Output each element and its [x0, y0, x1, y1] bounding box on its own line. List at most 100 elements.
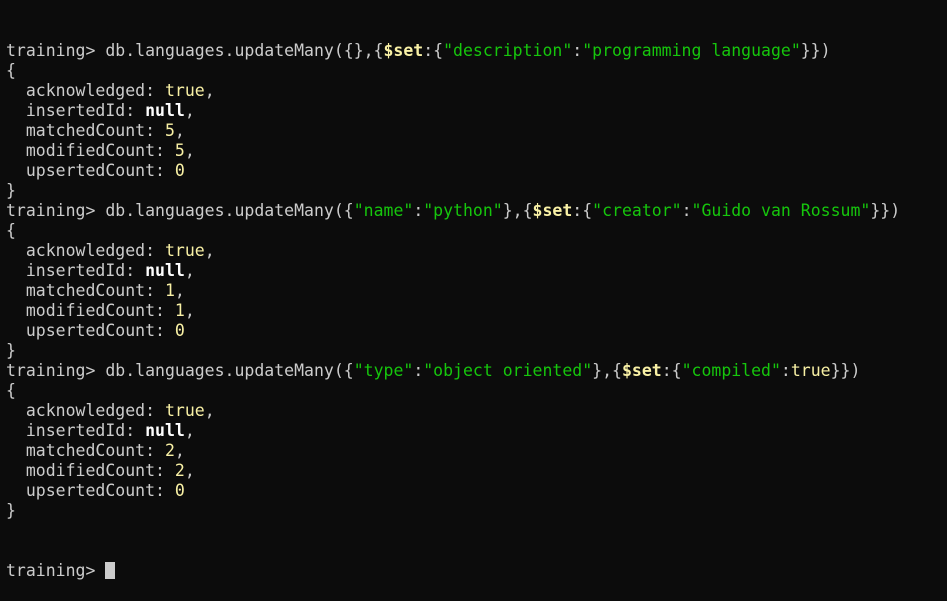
token-num: 0	[174, 161, 185, 180]
token-num: 1	[174, 301, 185, 320]
text-cursor	[105, 562, 116, 579]
token-default: {	[6, 61, 16, 80]
terminal-window[interactable]: training> db.languages.updateMany({},{$s…	[0, 0, 947, 580]
token-string: "creator"	[592, 201, 682, 220]
token-bool: true	[164, 241, 205, 260]
token-default: ,	[184, 101, 195, 120]
token-default: insertedId:	[6, 421, 146, 440]
token-string: "programming language"	[582, 41, 801, 60]
token-string: "object oriented"	[423, 361, 593, 380]
terminal-output: training> db.languages.updateMany({},{$s…	[6, 41, 947, 521]
token-default: },{	[502, 201, 533, 220]
token-default: insertedId:	[6, 101, 146, 120]
terminal-line: modifiedCount: 5,	[6, 141, 947, 161]
token-default: upsertedCount:	[6, 321, 175, 340]
terminal-line: {	[6, 221, 947, 241]
terminal-line: acknowledged: true,	[6, 401, 947, 421]
token-string: "Guido van Rossum"	[691, 201, 871, 220]
token-default: :	[413, 201, 424, 220]
terminal-line: acknowledged: true,	[6, 81, 947, 101]
token-default: ,	[184, 421, 195, 440]
token-default: modifiedCount:	[6, 141, 175, 160]
token-default: training>	[6, 41, 106, 60]
token-default: :	[681, 201, 692, 220]
token-default: ,	[174, 121, 185, 140]
prompt: training>	[6, 561, 106, 580]
token-op: $set	[621, 361, 662, 380]
token-default: ,	[174, 281, 185, 300]
token-num: 2	[164, 441, 175, 460]
active-prompt-line[interactable]: training>	[6, 561, 947, 581]
token-default: {	[6, 381, 16, 400]
terminal-line: }	[6, 501, 947, 521]
token-string: "type"	[353, 361, 414, 380]
token-default: matchedCount:	[6, 281, 165, 300]
token-string: "python"	[423, 201, 503, 220]
terminal-line: insertedId: null,	[6, 261, 947, 281]
token-string: "description"	[443, 41, 573, 60]
token-default: ,	[184, 461, 195, 480]
terminal-line: matchedCount: 2,	[6, 441, 947, 461]
token-default: ,	[204, 401, 215, 420]
token-default: }	[6, 181, 16, 200]
token-default: modifiedCount:	[6, 461, 175, 480]
token-null: null	[145, 101, 185, 120]
token-num: 5	[164, 121, 175, 140]
terminal-line: acknowledged: true,	[6, 241, 947, 261]
token-bool: true	[164, 81, 205, 100]
token-num: 5	[174, 141, 185, 160]
terminal-line: training> db.languages.updateMany({"name…	[6, 201, 947, 221]
token-default: insertedId:	[6, 261, 146, 280]
token-default: :	[413, 361, 424, 380]
terminal-line: insertedId: null,	[6, 101, 947, 121]
token-default: }})	[830, 361, 861, 380]
terminal-line: upsertedCount: 0	[6, 161, 947, 181]
terminal-line: modifiedCount: 2,	[6, 461, 947, 481]
token-op: $set	[383, 41, 424, 60]
terminal-line: }	[6, 341, 947, 361]
token-default: {	[6, 221, 16, 240]
token-default: matchedCount:	[6, 441, 165, 460]
token-num: 2	[174, 461, 185, 480]
terminal-line: insertedId: null,	[6, 421, 947, 441]
terminal-line: modifiedCount: 1,	[6, 301, 947, 321]
token-bool: true	[164, 401, 205, 420]
terminal-line: }	[6, 181, 947, 201]
token-default: :{	[423, 41, 444, 60]
terminal-line: matchedCount: 1,	[6, 281, 947, 301]
token-default: }	[6, 341, 16, 360]
token-op: $set	[532, 201, 573, 220]
token-default: ,	[204, 241, 215, 260]
token-default: ,	[184, 261, 195, 280]
terminal-line: training> db.languages.updateMany({},{$s…	[6, 41, 947, 61]
token-default: matchedCount:	[6, 121, 165, 140]
token-default: training>	[6, 361, 106, 380]
token-default: :	[780, 361, 791, 380]
token-num: 0	[174, 481, 185, 500]
token-default: ,	[204, 81, 215, 100]
terminal-line: upsertedCount: 0	[6, 321, 947, 341]
token-default: db.languages.updateMany({	[105, 201, 354, 220]
terminal-line: training> db.languages.updateMany({"type…	[6, 361, 947, 381]
token-num: 0	[174, 321, 185, 340]
token-default: :{	[572, 201, 593, 220]
token-default: }})	[800, 41, 831, 60]
token-default: :	[572, 41, 583, 60]
terminal-line: {	[6, 381, 947, 401]
token-default: training>	[6, 201, 106, 220]
token-default: :{	[661, 361, 682, 380]
token-string: "compiled"	[681, 361, 781, 380]
token-default: ,	[184, 301, 195, 320]
terminal-line: upsertedCount: 0	[6, 481, 947, 501]
token-default: acknowledged:	[6, 241, 165, 260]
token-default: upsertedCount:	[6, 481, 175, 500]
token-default: acknowledged:	[6, 401, 165, 420]
token-default: }})	[870, 201, 901, 220]
token-null: null	[145, 421, 185, 440]
token-num: 1	[164, 281, 175, 300]
token-default: db.languages.updateMany({},{	[105, 41, 384, 60]
token-null: null	[145, 261, 185, 280]
token-default: acknowledged:	[6, 81, 165, 100]
token-default: ,	[174, 441, 185, 460]
token-default: db.languages.updateMany({	[105, 361, 354, 380]
